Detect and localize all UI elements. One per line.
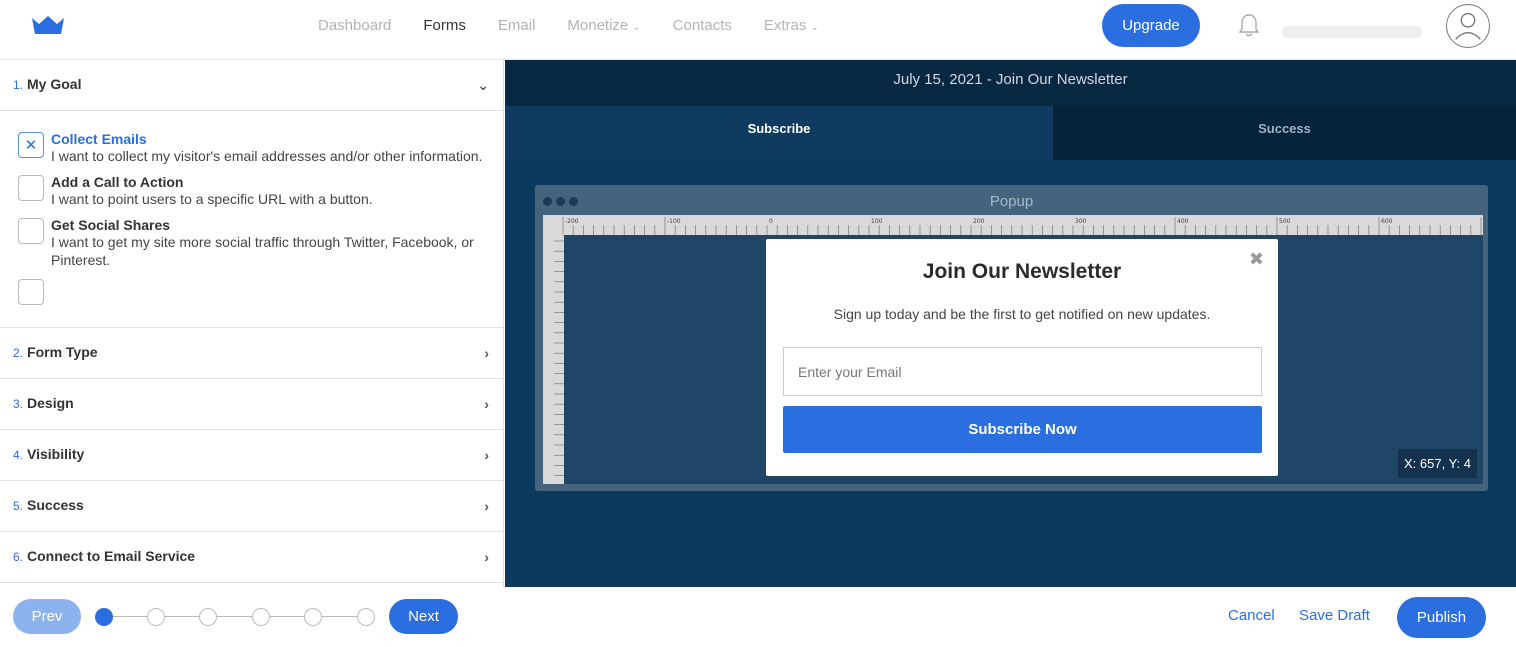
vertical-ruler[interactable] <box>543 235 564 484</box>
chevron-down-icon: ⌄ <box>477 76 489 93</box>
chevron-down-icon: ⌄ <box>632 22 641 33</box>
subscribe-button[interactable]: Subscribe Now <box>783 406 1262 453</box>
ruler-label: 200 <box>973 218 985 225</box>
step-dot-5[interactable] <box>304 608 322 626</box>
chevron-right-icon: › <box>484 498 489 514</box>
goal-more-options-clipped[interactable] <box>18 278 485 305</box>
horizontal-ruler[interactable]: -200-10001002003004005006007( <box>543 215 1483 235</box>
section-form-type[interactable]: 2. Form Type › <box>0 328 503 379</box>
campaign-title: July 15, 2021 - Join Our Newsletter <box>505 60 1516 106</box>
step-progress <box>95 607 377 627</box>
ruler-label: 600 <box>1381 218 1393 225</box>
ruler-label: -100 <box>667 218 681 225</box>
chevron-right-icon: › <box>484 549 489 565</box>
checkbox-collect-emails[interactable]: ✕ <box>18 132 44 158</box>
window-titlebar: Popup <box>535 185 1488 215</box>
user-email-redacted[interactable] <box>1268 4 1438 59</box>
nav-contacts[interactable]: Contacts <box>673 17 732 34</box>
goal-options: ✕ Collect Emails I want to collect my vi… <box>0 111 503 328</box>
popup-title[interactable]: Join Our Newsletter <box>766 260 1278 284</box>
section-visibility[interactable]: 4. Visibility › <box>0 430 503 481</box>
nav-email[interactable]: Email <box>498 17 536 34</box>
section-email-service[interactable]: 6. Connect to Email Service › <box>0 532 503 583</box>
top-nav: Dashboard Forms Email Monetize ⌄ Contacts… <box>0 0 1516 60</box>
checkbox-clipped[interactable] <box>18 279 44 305</box>
step-line <box>105 616 367 617</box>
ruler-label: 500 <box>1279 218 1291 225</box>
goal-collect-emails[interactable]: ✕ Collect Emails I want to collect my vi… <box>18 131 485 165</box>
crown-logo-icon[interactable] <box>30 14 66 38</box>
preview-area: July 15, 2021 - Join Our Newsletter Subs… <box>505 60 1516 587</box>
section-success[interactable]: 5. Success › <box>0 481 503 532</box>
cancel-button[interactable]: Cancel <box>1228 607 1275 624</box>
bell-icon[interactable] <box>1238 12 1260 38</box>
step-dot-4[interactable] <box>252 608 270 626</box>
nav-dashboard[interactable]: Dashboard <box>318 17 391 34</box>
checkbox-social-shares[interactable] <box>18 218 44 244</box>
chevron-down-icon: ⌄ <box>810 22 819 33</box>
newsletter-popup[interactable]: ✖ Join Our Newsletter Sign up today and … <box>766 239 1278 476</box>
email-field[interactable] <box>783 347 1262 396</box>
step-dot-2[interactable] <box>147 608 165 626</box>
step-dot-6[interactable] <box>357 608 375 626</box>
form-settings-panel: 1. My Goal ⌄ ✕ Collect Emails I want to c… <box>0 60 504 587</box>
save-draft-button[interactable]: Save Draft <box>1299 607 1370 624</box>
ruler-label: 100 <box>871 218 883 225</box>
section-design[interactable]: 3. Design › <box>0 379 503 430</box>
publish-button[interactable]: Publish <box>1397 597 1486 638</box>
redacted-bar <box>1282 26 1422 38</box>
ruler-label: 0 <box>769 218 773 225</box>
prev-button[interactable]: Prev <box>13 599 81 634</box>
step-dot-3[interactable] <box>199 608 217 626</box>
chevron-right-icon: › <box>484 447 489 463</box>
next-button[interactable]: Next <box>389 599 458 634</box>
main-nav: Dashboard Forms Email Monetize ⌄ Contacts… <box>318 17 819 34</box>
chevron-right-icon: › <box>484 345 489 361</box>
nav-monetize[interactable]: Monetize ⌄ <box>567 17 640 34</box>
upgrade-button[interactable]: Upgrade <box>1102 4 1200 47</box>
user-avatar-icon[interactable] <box>1446 4 1490 48</box>
tab-subscribe[interactable]: Subscribe <box>505 106 1053 160</box>
step-dot-1[interactable] <box>95 608 113 626</box>
window-title: Popup <box>989 193 1034 210</box>
nav-extras[interactable]: Extras ⌄ <box>764 17 819 34</box>
goal-social-shares[interactable]: Get Social Shares I want to get my site … <box>18 217 485 269</box>
goal-call-to-action[interactable]: Add a Call to Action I want to point use… <box>18 174 485 208</box>
bottom-toolbar: Prev Next Cancel Save Draft Publish <box>0 587 1516 647</box>
tab-success[interactable]: Success <box>1053 106 1516 160</box>
nav-forms[interactable]: Forms <box>423 17 466 34</box>
checkbox-call-to-action[interactable] <box>18 175 44 201</box>
section-my-goal[interactable]: 1. My Goal ⌄ <box>0 60 503 111</box>
ruler-label: 400 <box>1177 218 1189 225</box>
popup-subtitle[interactable]: Sign up today and be the first to get no… <box>766 306 1278 322</box>
chevron-right-icon: › <box>484 396 489 412</box>
view-tabs: Subscribe Success <box>505 106 1516 160</box>
ruler-label: 300 <box>1075 218 1087 225</box>
ruler-label: -200 <box>565 218 579 225</box>
cursor-coordinates: X: 657, Y: 4 <box>1398 449 1477 478</box>
